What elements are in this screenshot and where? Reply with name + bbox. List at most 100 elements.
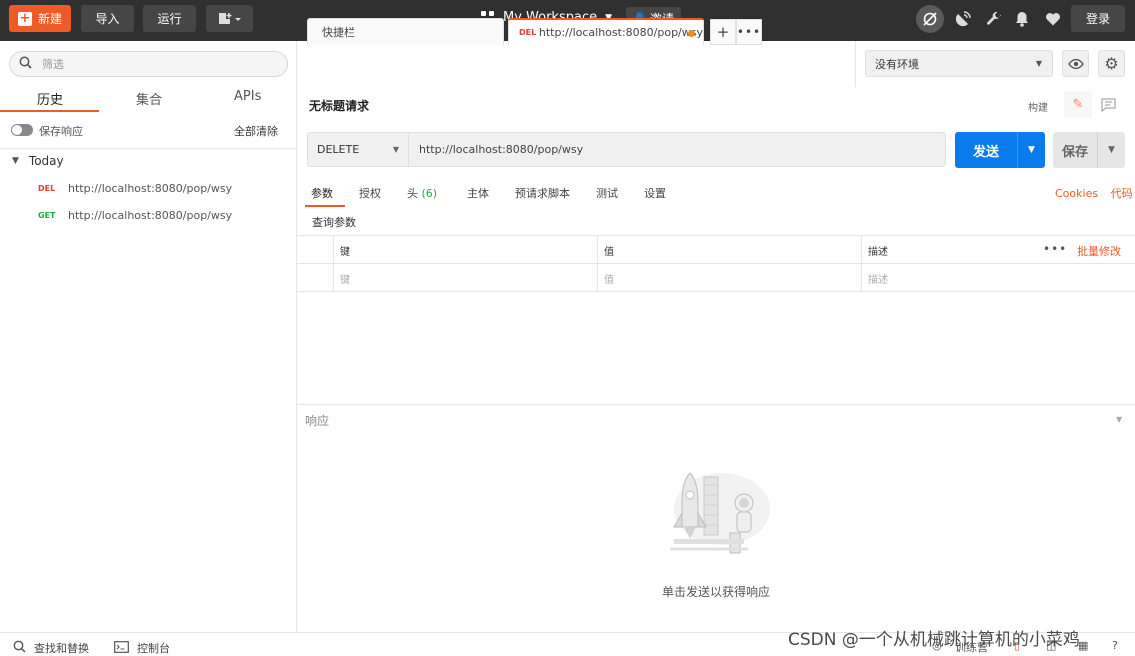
filter-input[interactable]: 筛选 bbox=[9, 51, 288, 77]
send-options-dropdown[interactable]: ▼ bbox=[1017, 132, 1045, 168]
heart-icon[interactable] bbox=[1042, 9, 1064, 29]
clear-all-button[interactable]: 全部清除 bbox=[234, 123, 278, 139]
search-icon bbox=[19, 56, 32, 73]
headers-count: (6) bbox=[421, 187, 438, 200]
tab-active-request[interactable]: DEL http://localhost:8080/pop/wsy bbox=[508, 18, 704, 45]
tab-authorization[interactable]: 授权 bbox=[359, 185, 381, 201]
watermark-text: CSDN @一个从机械跳计算机的小菜鸡 bbox=[788, 630, 1080, 650]
more-dots-icon[interactable]: ••• bbox=[1043, 242, 1067, 256]
new-tab-button[interactable]: + bbox=[710, 19, 736, 45]
tab-history[interactable]: 历史 bbox=[37, 89, 63, 108]
active-tab-indicator bbox=[305, 205, 345, 207]
find-replace-label: 查找和替换 bbox=[34, 642, 89, 655]
history-item[interactable]: GET http://localhost:8080/pop/wsy bbox=[38, 209, 232, 222]
active-tab-indicator bbox=[0, 110, 99, 112]
tab-headers-label: 头 bbox=[407, 187, 418, 200]
plus-icon: + bbox=[716, 23, 730, 41]
save-options-dropdown[interactable]: ▼ bbox=[1097, 132, 1125, 168]
code-link[interactable]: 代码 bbox=[1111, 187, 1133, 200]
environment-select[interactable]: 没有环境 ▼ bbox=[865, 50, 1053, 77]
console-button[interactable]: 控制台 bbox=[114, 640, 170, 656]
comment-icon[interactable] bbox=[1094, 91, 1122, 118]
method-badge: DEL bbox=[38, 184, 56, 193]
caret-down-icon: ▼ bbox=[12, 156, 19, 166]
help-icon[interactable]: ? bbox=[1112, 639, 1118, 652]
history-item[interactable]: DEL http://localhost:8080/pop/wsy bbox=[38, 182, 232, 195]
search-icon bbox=[13, 640, 26, 656]
divider bbox=[297, 404, 1135, 405]
query-params-title: 查询参数 bbox=[312, 216, 356, 229]
new-button[interactable]: + 新建 bbox=[9, 5, 71, 32]
console-label: 控制台 bbox=[137, 642, 170, 655]
divider bbox=[855, 41, 856, 87]
column-header-key: 键 bbox=[333, 236, 597, 264]
new-button-label: 新建 bbox=[37, 12, 62, 26]
plus-icon: + bbox=[17, 11, 32, 26]
params-table: 键 值 描述 键 值 描述 bbox=[297, 235, 1135, 292]
eye-icon bbox=[1067, 58, 1084, 69]
console-icon bbox=[114, 640, 129, 656]
tab-body[interactable]: 主体 bbox=[467, 185, 489, 201]
send-button[interactable]: 发送 ▼ bbox=[955, 132, 1045, 168]
method-selected: DELETE bbox=[317, 143, 360, 156]
bulk-edit-link[interactable]: 批量修改 bbox=[1077, 243, 1121, 259]
login-button[interactable]: 登录 bbox=[1071, 5, 1125, 32]
satellite-icon[interactable] bbox=[952, 9, 974, 29]
description-input[interactable]: 描述 bbox=[861, 264, 1135, 292]
chevron-down-icon[interactable]: ▼ bbox=[1116, 415, 1122, 424]
filter-placeholder: 筛选 bbox=[42, 58, 64, 71]
chevron-down-icon: ▼ bbox=[1035, 59, 1042, 68]
new-window-button[interactable] bbox=[206, 5, 253, 32]
environment-quick-look-button[interactable] bbox=[1062, 50, 1089, 77]
tab-request-url: http://localhost:8080/pop/wsy bbox=[538, 26, 703, 39]
value-input[interactable]: 值 bbox=[597, 264, 861, 292]
pencil-icon[interactable]: ✎ bbox=[1064, 91, 1092, 118]
tab-params[interactable]: 参数 bbox=[311, 185, 333, 201]
table-row: 键 值 描述 bbox=[297, 264, 1135, 292]
method-badge: GET bbox=[38, 211, 56, 220]
tab-settings[interactable]: 设置 bbox=[644, 185, 666, 201]
environment-settings-button[interactable]: ⚙ bbox=[1098, 50, 1125, 77]
tab-method-badge: DEL bbox=[519, 28, 537, 37]
history-group-label: Today bbox=[28, 154, 64, 168]
cookies-link[interactable]: Cookies bbox=[1055, 187, 1098, 200]
column-header-value: 值 bbox=[597, 236, 861, 264]
request-title[interactable]: 无标题请求 bbox=[309, 97, 369, 114]
find-replace-button[interactable]: 查找和替换 bbox=[13, 640, 89, 656]
save-responses-toggle[interactable] bbox=[11, 124, 33, 136]
runner-button[interactable]: 运行 bbox=[143, 5, 196, 32]
import-button[interactable]: 导入 bbox=[81, 5, 134, 32]
history-url: http://localhost:8080/pop/wsy bbox=[68, 182, 233, 195]
save-button-label: 保存 bbox=[1061, 144, 1088, 160]
tab-tests[interactable]: 测试 bbox=[596, 185, 618, 201]
key-input[interactable]: 键 bbox=[333, 264, 597, 292]
request-links: Cookies 代码 bbox=[1055, 185, 1133, 201]
divider bbox=[0, 148, 296, 149]
bell-icon[interactable] bbox=[1011, 9, 1033, 29]
tab-pre-request-script[interactable]: 预请求脚本 bbox=[515, 185, 570, 201]
build-label: 构建 bbox=[1028, 103, 1048, 114]
save-button[interactable]: 保存 ▼ bbox=[1053, 132, 1125, 168]
more-dots-icon: ••• bbox=[736, 25, 762, 39]
empty-response-message: 单击发送以获得响应 bbox=[661, 585, 770, 599]
tab-scratch-label: 快捷栏 bbox=[322, 26, 355, 39]
chevron-down-icon: ▼ bbox=[392, 145, 399, 154]
url-value: http://localhost:8080/pop/wsy bbox=[419, 143, 584, 156]
rocket-astronaut-illustration bbox=[670, 472, 770, 554]
send-button-label: 发送 bbox=[972, 144, 999, 160]
url-input[interactable]: http://localhost:8080/pop/wsy bbox=[409, 132, 946, 167]
new-window-icon bbox=[218, 11, 241, 24]
response-title: 响应 bbox=[305, 414, 330, 428]
tab-options-button[interactable]: ••• bbox=[736, 19, 762, 45]
sync-off-icon[interactable] bbox=[916, 5, 944, 33]
method-select[interactable]: DELETE ▼ bbox=[307, 132, 409, 167]
tab-apis[interactable]: APIs bbox=[234, 89, 261, 104]
tab-collections[interactable]: 集合 bbox=[136, 89, 162, 108]
environment-selected: 没有环境 bbox=[875, 57, 919, 71]
unsaved-indicator-icon bbox=[688, 30, 695, 37]
wrench-icon[interactable] bbox=[983, 9, 1005, 29]
tab-headers[interactable]: 头 (6) bbox=[407, 185, 437, 201]
table-header-row: 键 值 描述 bbox=[297, 236, 1135, 264]
history-group-today[interactable]: ▼ Today bbox=[12, 154, 64, 168]
tab-scratch-pad[interactable]: 快捷栏 bbox=[307, 18, 504, 45]
